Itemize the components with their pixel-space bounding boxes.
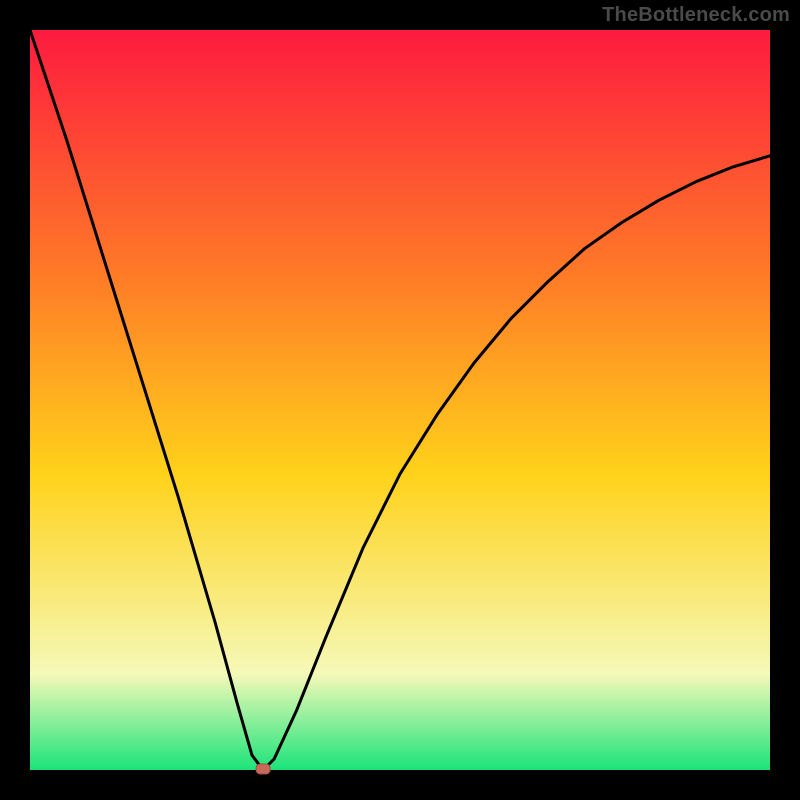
minimum-marker bbox=[256, 764, 270, 774]
chart-frame: TheBottleneck.com bbox=[0, 0, 800, 800]
plot-background bbox=[30, 30, 770, 770]
watermark-text: TheBottleneck.com bbox=[602, 4, 790, 27]
bottleneck-chart bbox=[0, 0, 800, 800]
